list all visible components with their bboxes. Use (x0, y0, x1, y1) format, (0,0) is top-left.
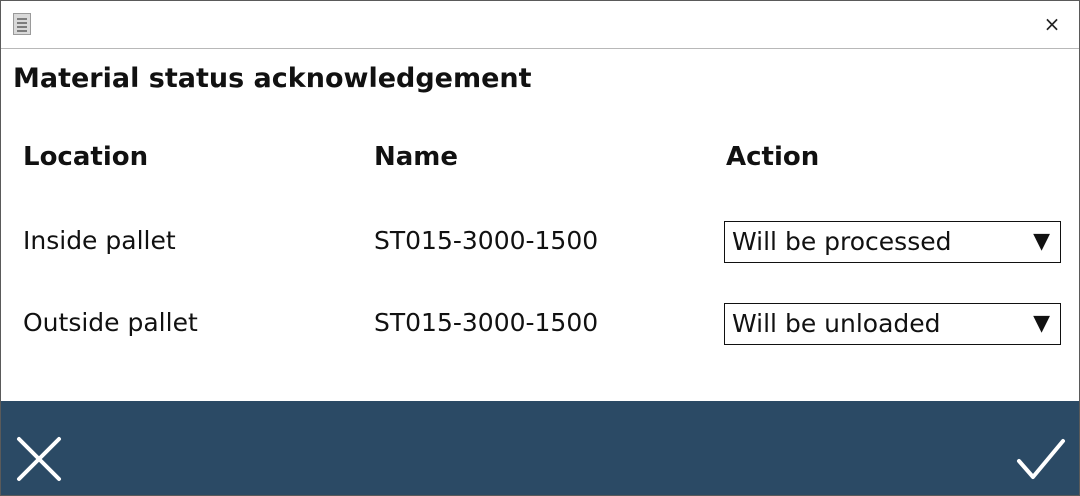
title-bar: × (1, 1, 1079, 49)
close-button[interactable]: × (1039, 11, 1065, 37)
row-2-action-value: Will be unloaded (732, 309, 941, 338)
column-header-name: Name (374, 142, 459, 172)
cancel-button[interactable] (11, 431, 67, 487)
close-x-icon (17, 437, 61, 481)
checkmark-icon (1017, 439, 1065, 479)
row-2-action-select[interactable]: Will be unloaded ▼ (724, 303, 1061, 345)
row-1-location: Inside pallet (23, 226, 176, 255)
column-header-action: Action (726, 142, 820, 172)
footer-bar (1, 401, 1079, 495)
row-2-location: Outside pallet (23, 308, 198, 337)
row-2-name: ST015-3000-1500 (374, 308, 599, 337)
column-header-location: Location (23, 142, 149, 172)
dropdown-arrow-icon: ▼ (1033, 229, 1050, 254)
row-1-action-value: Will be processed (732, 227, 952, 256)
confirm-button[interactable] (1013, 431, 1069, 487)
dialog-title: Material status acknowledgement (13, 63, 532, 94)
dialog-window: × Material status acknowledgement Locati… (0, 0, 1080, 496)
row-1-name: ST015-3000-1500 (374, 226, 599, 255)
document-icon (13, 13, 31, 35)
dropdown-arrow-icon: ▼ (1033, 311, 1050, 336)
row-1-action-select[interactable]: Will be processed ▼ (724, 221, 1061, 263)
close-icon: × (1043, 12, 1061, 36)
